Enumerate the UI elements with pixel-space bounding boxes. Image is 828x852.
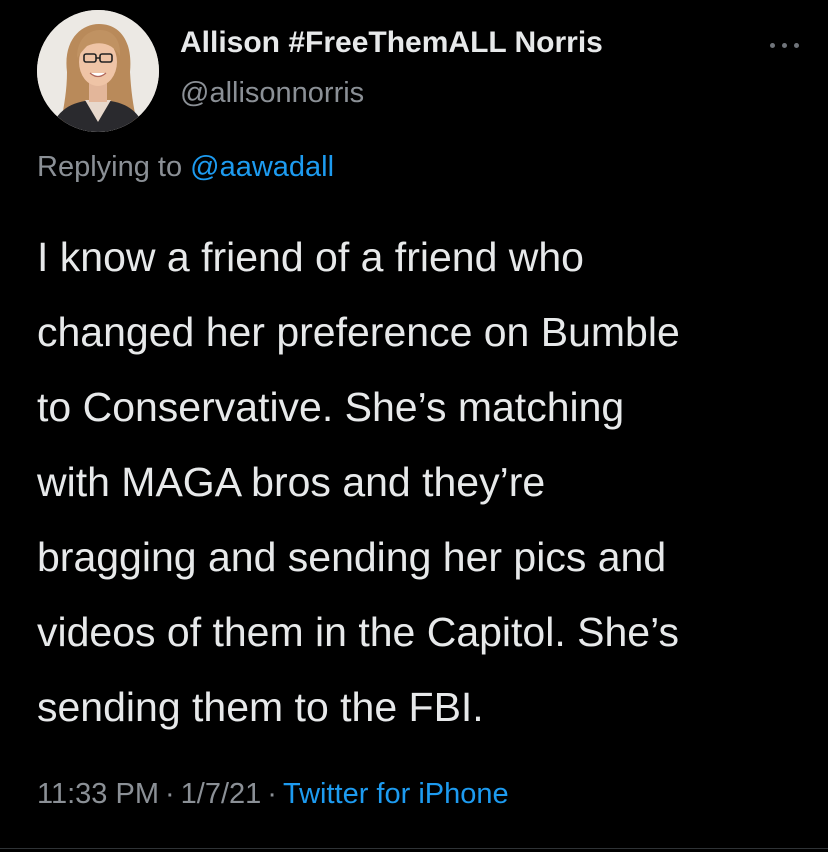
separator-dot: · — [267, 778, 277, 810]
tweet-text-line: bragging and sending her pics and — [37, 534, 667, 580]
tweet-text-line: changed her preference on Bumble — [37, 309, 680, 355]
avatar[interactable] — [37, 10, 159, 132]
replying-to-line: Replying to @aawadall — [37, 151, 334, 184]
replying-to-prefix: Replying to — [37, 151, 183, 183]
profile-photo — [37, 10, 159, 132]
tweet-time[interactable]: 11:33 PM — [37, 778, 159, 810]
tweet-text-line: I know a friend of a friend who — [37, 234, 584, 280]
tweet-text-line: sending them to the FBI. — [37, 684, 484, 730]
tweet-card: Allison #FreeThemALL Norris @allisonnorr… — [0, 0, 828, 852]
author-display-name[interactable]: Allison #FreeThemALL Norris — [180, 26, 603, 60]
divider — [0, 848, 828, 849]
author-handle[interactable]: @allisonnorris — [180, 77, 364, 110]
tweet-source-link[interactable]: Twitter for iPhone — [283, 778, 509, 810]
tweet-date[interactable]: 1/7/21 — [181, 778, 262, 810]
separator-dot: · — [164, 778, 175, 810]
tweet-text-line: to Conservative. She’s matching — [37, 384, 625, 430]
replying-to-handle-link[interactable]: @aawadall — [190, 151, 334, 183]
more-horizontal-icon[interactable] — [764, 28, 808, 58]
tweet-text: I know a friend of a friend who changed … — [37, 220, 817, 745]
tweet-metadata: 11:33 PM · 1/7/21 · Twitter for iPhone — [37, 778, 509, 811]
tweet-text-line: with MAGA bros and they’re — [37, 459, 546, 505]
tweet-text-line: videos of them in the Capitol. She’s — [37, 609, 679, 655]
